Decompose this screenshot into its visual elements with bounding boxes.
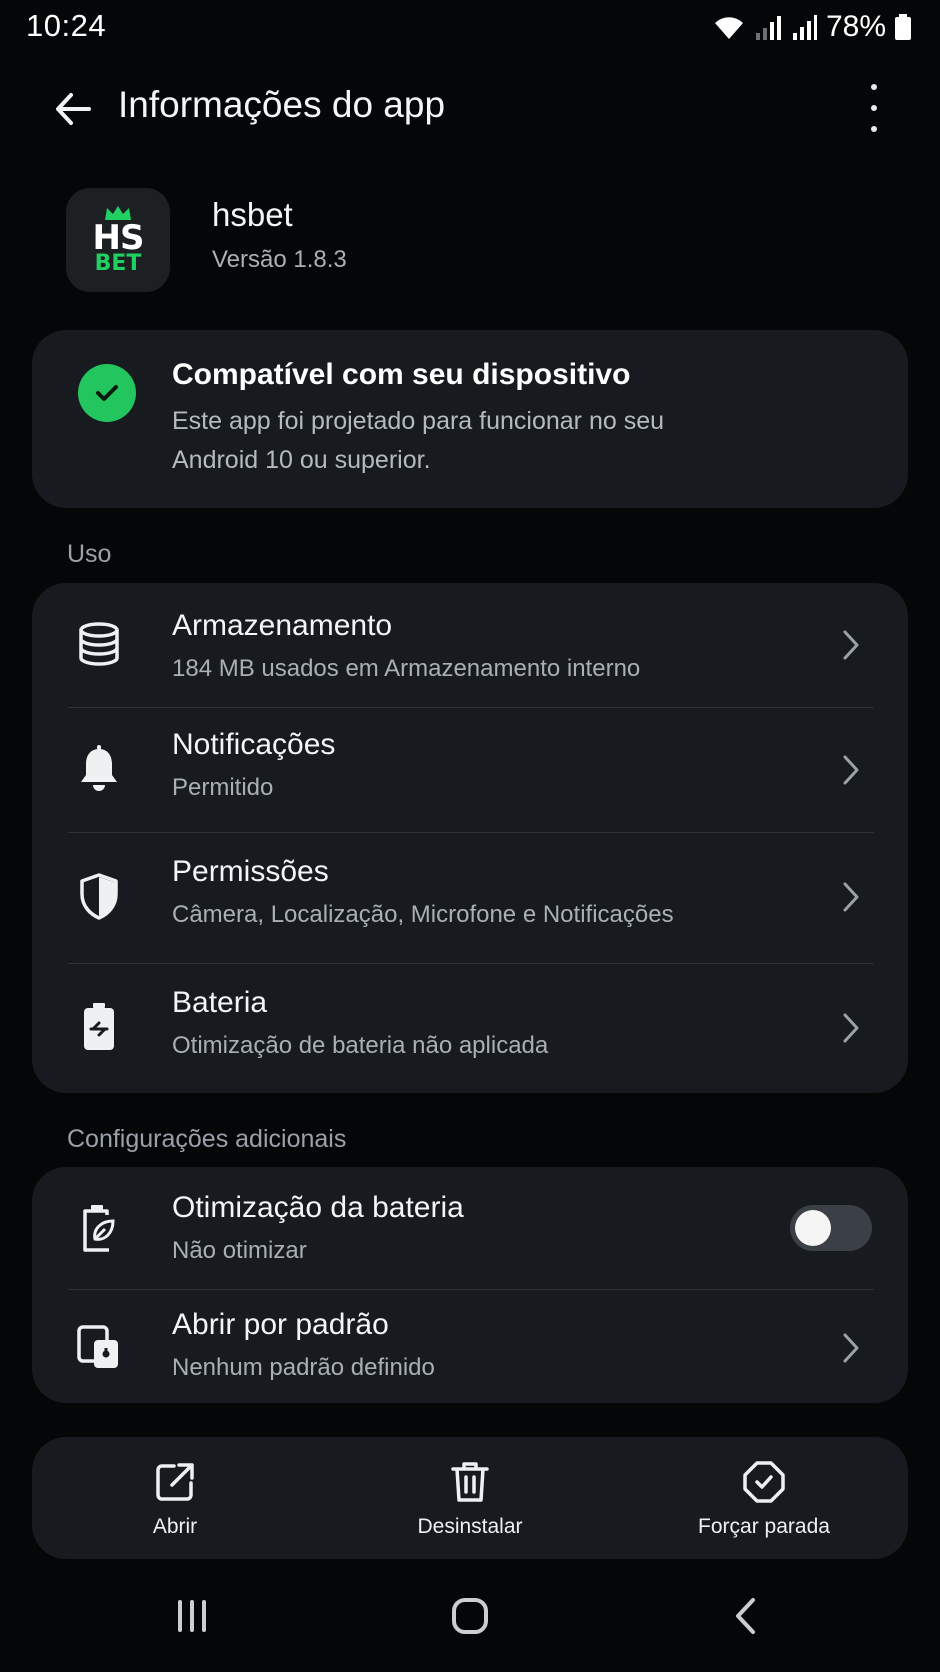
usage-card: Armazenamento 184 MB usados em Armazenam…: [32, 583, 908, 1093]
additional-settings-card: Otimização da bateria Não otimizar Abrir…: [32, 1167, 908, 1403]
toggle-knob: [795, 1210, 831, 1246]
permissions-subtitle: Câmera, Localização, Microfone e Notific…: [172, 901, 674, 928]
list-item-notifications[interactable]: Notificações Permitido: [32, 708, 908, 832]
storage-title: Armazenamento: [172, 609, 393, 642]
chevron-right-icon: [836, 1008, 866, 1048]
top-app-bar: Informações do app: [0, 70, 940, 144]
signal-icon: [792, 13, 818, 41]
chevron-right-icon: [836, 625, 866, 665]
database-icon: [74, 619, 124, 669]
home-icon: [452, 1598, 488, 1634]
notifications-subtitle: Permitido: [172, 774, 274, 801]
force-stop-button[interactable]: Forçar parada: [664, 1437, 864, 1559]
recents-button[interactable]: [152, 1580, 232, 1652]
battery-optimization-icon: [74, 1203, 124, 1253]
battery-optimization-toggle[interactable]: [790, 1205, 872, 1251]
open-by-default-title: Abrir por padrão: [172, 1308, 389, 1341]
status-bar: 10:24 78%: [0, 0, 940, 56]
status-time: 10:24: [26, 8, 107, 43]
section-label-additional: Configurações adicionais: [67, 1125, 347, 1153]
more-options-button[interactable]: [862, 84, 886, 132]
logo-text-bottom: BET: [94, 251, 142, 276]
storage-subtitle: 184 MB usados em Armazenamento interno: [172, 655, 641, 682]
chevron-right-icon: [836, 1328, 866, 1368]
bell-icon: [74, 744, 124, 794]
stop-icon: [741, 1459, 787, 1505]
app-name: hsbet: [212, 196, 293, 233]
list-item-battery-optimization[interactable]: Otimização da bateria Não otimizar: [32, 1167, 908, 1289]
notifications-title: Notificações: [172, 728, 336, 761]
back-icon: [736, 1598, 755, 1634]
battery-subtitle: Otimização de bateria não aplicada: [172, 1032, 549, 1059]
trash-icon: [447, 1459, 493, 1505]
external-link-icon: [152, 1459, 198, 1505]
open-label: Abrir: [152, 1515, 198, 1538]
action-bar: Abrir Desinstalar Forçar parada: [32, 1437, 908, 1559]
arrow-left-icon: [56, 93, 91, 125]
shield-icon: [74, 871, 124, 921]
chevron-right-icon: [836, 750, 866, 790]
battery-percent: 78%: [825, 10, 886, 43]
nav-back-button[interactable]: [706, 1580, 786, 1652]
battery-optimization-subtitle: Não otimizar: [172, 1237, 307, 1264]
back-button[interactable]: [46, 82, 100, 136]
more-vertical-icon: [871, 84, 877, 90]
compatibility-description: Este app foi projetado para funcionar no…: [172, 407, 665, 474]
logo-text-top: HS: [92, 218, 145, 258]
recents-icon: [178, 1600, 206, 1632]
compatibility-card: Compatível com seu dispositivo Este app …: [32, 330, 908, 508]
section-label-usage: Uso: [67, 540, 112, 568]
app-header: HS BET hsbet Versão 1.8.3: [66, 188, 886, 292]
battery-optimization-title: Otimização da bateria: [172, 1191, 464, 1224]
app-logo: HS BET: [66, 188, 170, 292]
chevron-right-icon: [836, 877, 866, 917]
uninstall-button[interactable]: Desinstalar: [370, 1437, 570, 1559]
open-by-default-subtitle: Nenhum padrão definido: [172, 1354, 435, 1381]
permissions-title: Permissões: [172, 855, 329, 888]
uninstall-label: Desinstalar: [417, 1515, 523, 1538]
system-nav-bar: [0, 1580, 940, 1652]
force-stop-label: Forçar parada: [698, 1515, 830, 1538]
battery-icon: [74, 1002, 124, 1052]
list-item-permissions[interactable]: Permissões Câmera, Localização, Microfon…: [32, 833, 908, 961]
signal-icon: [754, 13, 784, 41]
status-icons: 78%: [712, 10, 912, 44]
list-item-battery[interactable]: Bateria Otimização de bateria não aplica…: [32, 964, 908, 1093]
app-version: Versão 1.8.3: [212, 246, 347, 273]
page-title: Informações do app: [118, 84, 446, 125]
battery-icon: [894, 13, 912, 41]
home-button[interactable]: [430, 1580, 510, 1652]
wifi-icon: [712, 13, 746, 41]
battery-title: Bateria: [172, 986, 268, 1019]
open-button[interactable]: Abrir: [75, 1437, 275, 1559]
list-item-open-by-default[interactable]: Abrir por padrão Nenhum padrão definido: [32, 1290, 908, 1403]
open-by-default-icon: [74, 1322, 124, 1372]
compatibility-title: Compatível com seu dispositivo: [172, 358, 631, 391]
check-circle-icon: [78, 364, 136, 422]
list-item-storage[interactable]: Armazenamento 184 MB usados em Armazenam…: [32, 583, 908, 707]
